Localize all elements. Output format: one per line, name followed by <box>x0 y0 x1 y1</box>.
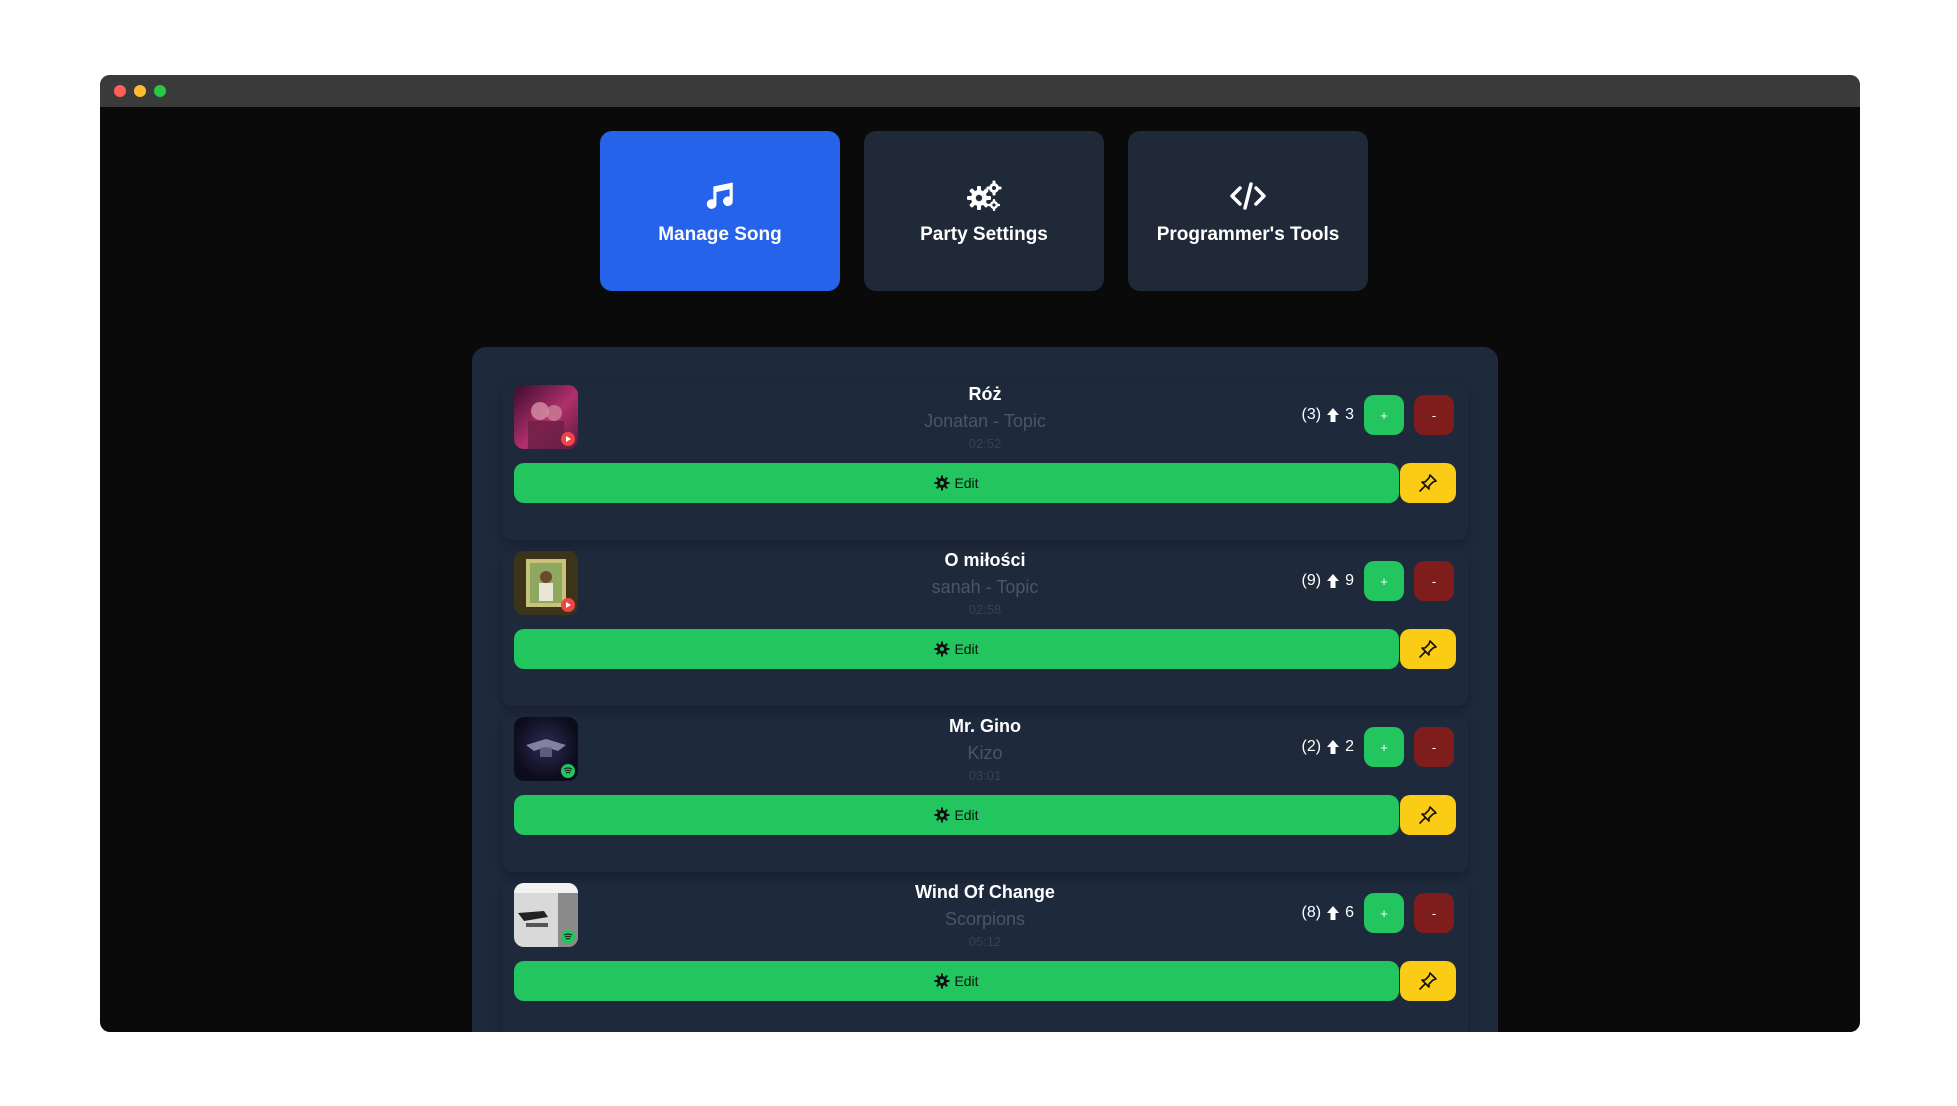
song-thumbnail <box>514 717 578 781</box>
vote-total: (8) <box>1301 904 1322 921</box>
edit-song-button[interactable]: Edit <box>514 795 1399 835</box>
pin-icon <box>1419 474 1437 492</box>
youtube-icon <box>561 598 575 612</box>
downvote-button[interactable]: - <box>1414 727 1454 767</box>
upvote-arrow-icon <box>1327 906 1340 920</box>
gears-icon <box>964 176 1004 216</box>
edit-song-button[interactable]: Edit <box>514 629 1399 669</box>
vote-count: 2 <box>1345 738 1354 755</box>
song-duration: 02:58 <box>968 602 1002 617</box>
spotify-icon <box>561 764 575 778</box>
tab-bar: Manage Song Party Settings Programmer's … <box>600 131 1368 291</box>
gear-icon <box>934 641 950 657</box>
song-thumbnail <box>514 883 578 947</box>
close-window-button[interactable] <box>114 85 126 97</box>
edit-song-button[interactable]: Edit <box>514 961 1399 1001</box>
edit-song-button[interactable]: Edit <box>514 463 1399 503</box>
tab-label: Programmer's Tools <box>1156 224 1340 245</box>
app-window: Manage Song Party Settings Programmer's … <box>100 75 1860 1032</box>
youtube-icon <box>561 432 575 446</box>
tab-party-settings[interactable]: Party Settings <box>864 131 1104 291</box>
vote-controls: (2) 2 + - <box>1302 727 1454 767</box>
downvote-button[interactable]: - <box>1414 395 1454 435</box>
vote-controls: (8) 6 + - <box>1302 893 1454 933</box>
minimize-window-button[interactable] <box>134 85 146 97</box>
vote-count: 6 <box>1345 904 1354 921</box>
vote-count: 9 <box>1345 572 1354 589</box>
vote-summary: (9) 9 <box>1302 572 1354 590</box>
pin-song-button[interactable] <box>1400 463 1456 503</box>
song-thumbnail <box>514 551 578 615</box>
vote-controls: (9) 9 + - <box>1302 561 1454 601</box>
downvote-button[interactable]: - <box>1414 561 1454 601</box>
vote-controls: (3) 3 + - <box>1302 395 1454 435</box>
downvote-button[interactable]: - <box>1414 893 1454 933</box>
vote-summary: (8) 6 <box>1302 904 1354 922</box>
pin-icon <box>1419 972 1437 990</box>
song-actions: Edit <box>514 795 1456 835</box>
upvote-arrow-icon <box>1327 740 1340 754</box>
upvote-button[interactable]: + <box>1364 727 1404 767</box>
title-bar <box>100 75 1860 107</box>
edit-label: Edit <box>954 641 979 657</box>
song-actions: Edit <box>514 629 1456 669</box>
tab-manage-song[interactable]: Manage Song <box>600 131 840 291</box>
edit-label: Edit <box>954 807 979 823</box>
vote-summary: (3) 3 <box>1302 406 1354 424</box>
edit-label: Edit <box>954 475 979 491</box>
song-card: Róż Jonatan - Topic 02:52 (3) 3 + - Edit <box>502 384 1468 540</box>
vote-summary: (2) 2 <box>1302 738 1354 756</box>
song-card: O miłości sanah - Topic 02:58 (9) 9 + - <box>502 550 1468 706</box>
upvote-arrow-icon <box>1327 574 1340 588</box>
main-content: Manage Song Party Settings Programmer's … <box>100 107 1860 1032</box>
edit-label: Edit <box>954 973 979 989</box>
pin-icon <box>1419 640 1437 658</box>
song-actions: Edit <box>514 463 1456 503</box>
song-duration: 05:12 <box>968 934 1002 949</box>
tab-label: Manage Song <box>658 224 782 245</box>
pin-song-button[interactable] <box>1400 795 1456 835</box>
code-icon <box>1228 176 1268 216</box>
music-note-icon <box>700 176 740 216</box>
upvote-button[interactable]: + <box>1364 561 1404 601</box>
song-actions: Edit <box>514 961 1456 1001</box>
gear-icon <box>934 973 950 989</box>
upvote-arrow-icon <box>1327 408 1340 422</box>
maximize-window-button[interactable] <box>154 85 166 97</box>
song-duration: 03:01 <box>968 768 1002 783</box>
upvote-button[interactable]: + <box>1364 893 1404 933</box>
vote-total: (9) <box>1301 572 1322 589</box>
gear-icon <box>934 475 950 491</box>
vote-total: (2) <box>1301 738 1322 755</box>
song-queue-panel: Róż Jonatan - Topic 02:52 (3) 3 + - Edit… <box>472 347 1498 1032</box>
spotify-icon <box>561 930 575 944</box>
upvote-button[interactable]: + <box>1364 395 1404 435</box>
song-thumbnail <box>514 385 578 449</box>
pin-icon <box>1419 806 1437 824</box>
vote-total: (3) <box>1301 406 1322 423</box>
song-card: Wind Of Change Scorpions 05:12 (8) 6 + - <box>502 882 1468 1032</box>
vote-count: 3 <box>1345 406 1354 423</box>
gear-icon <box>934 807 950 823</box>
tab-label: Party Settings <box>920 224 1048 245</box>
song-card: Mr. Gino Kizo 03:01 (2) 2 + - Edit <box>502 716 1468 872</box>
pin-song-button[interactable] <box>1400 629 1456 669</box>
tab-programmers-tools[interactable]: Programmer's Tools <box>1128 131 1368 291</box>
pin-song-button[interactable] <box>1400 961 1456 1001</box>
song-duration: 02:52 <box>968 436 1002 451</box>
